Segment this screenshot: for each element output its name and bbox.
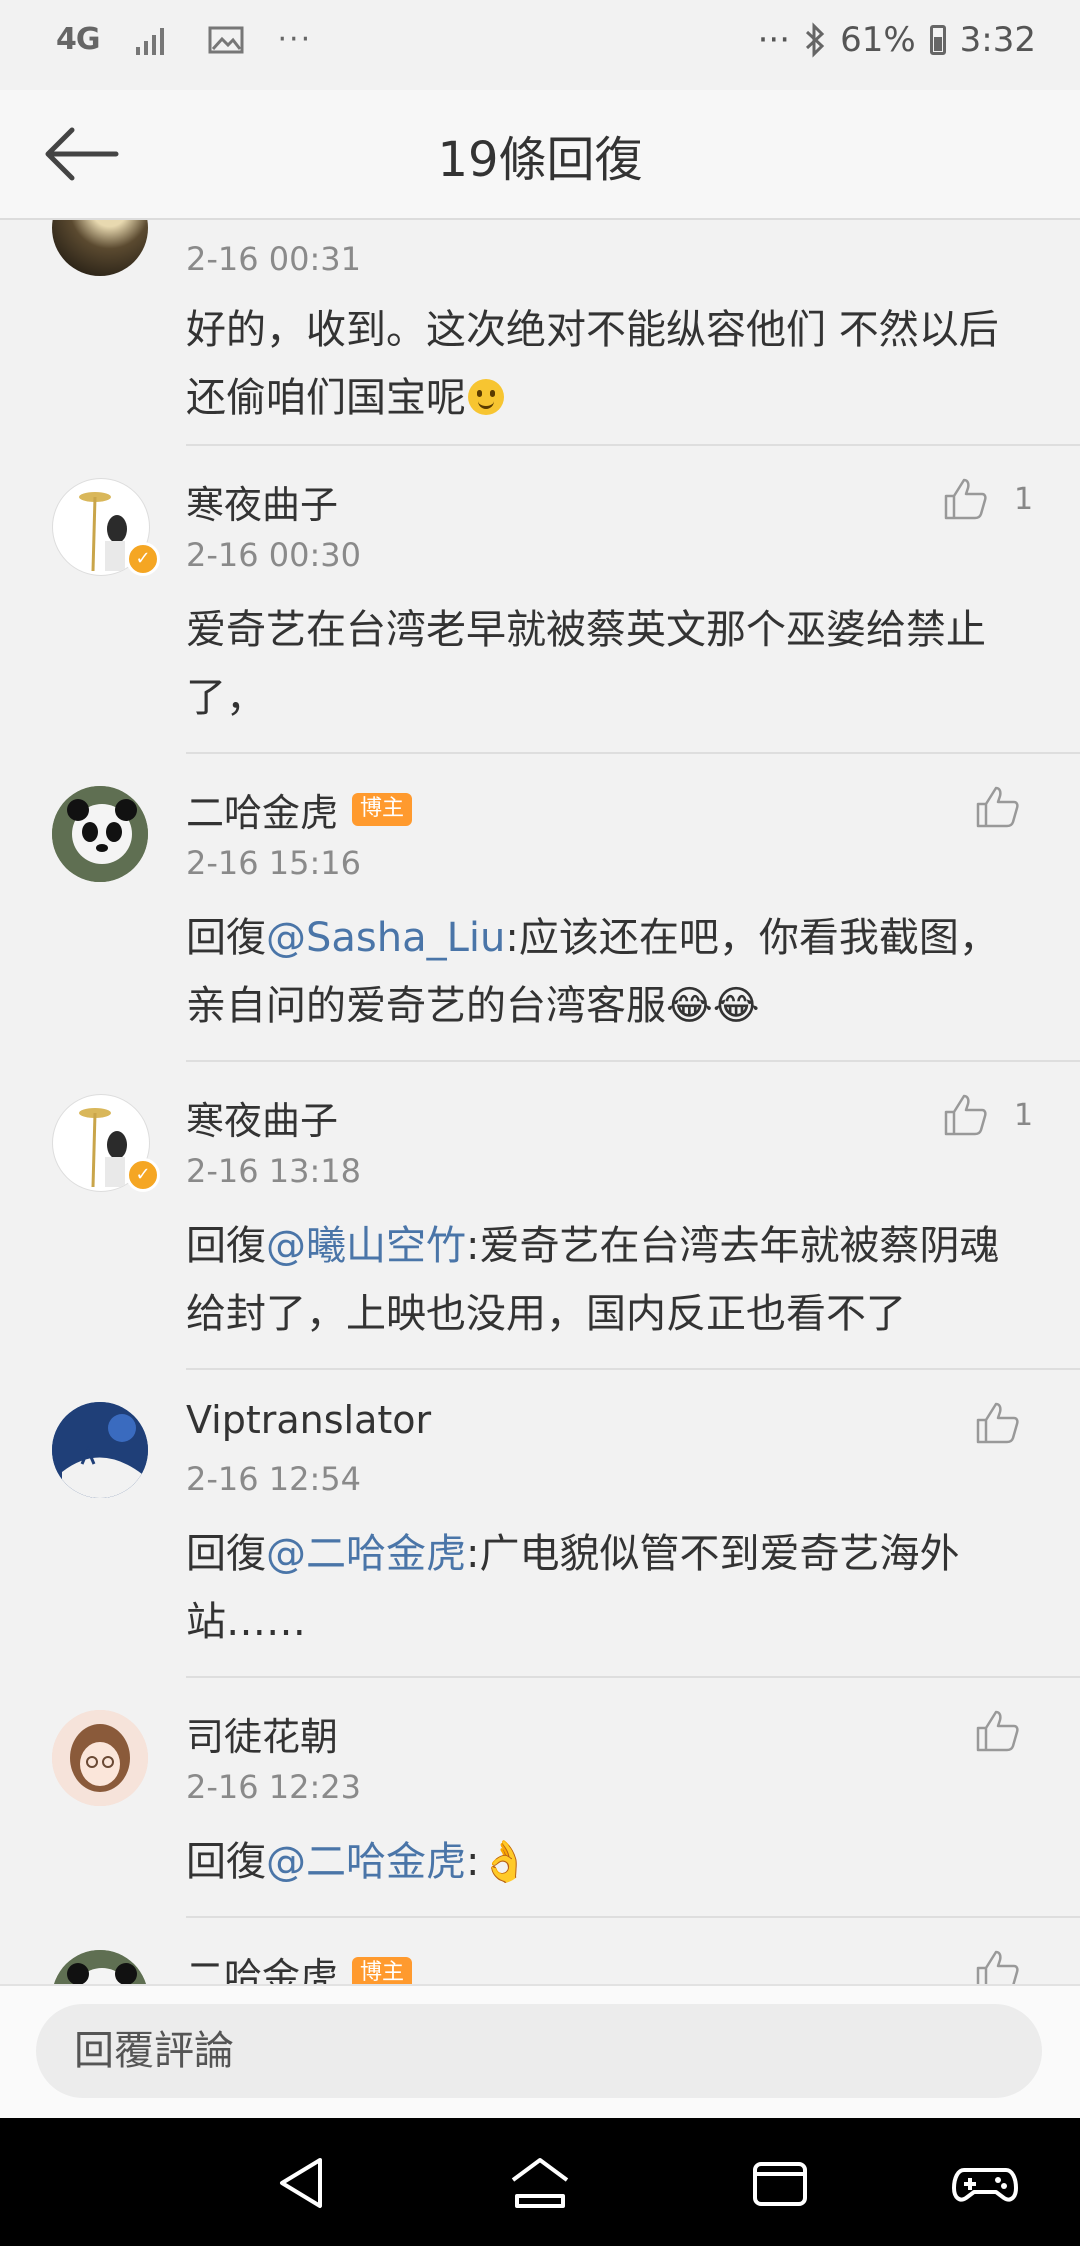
avatar[interactable] — [52, 1950, 148, 1984]
verified-badge-icon: ✓ — [126, 542, 160, 576]
comment-time: 2-16 00:31 — [186, 240, 362, 278]
comment-item: ✓ 寒夜曲子 2-16 13:18 回復@曦山空竹:爱奇艺在台湾去年就被蔡阴魂给… — [52, 1062, 1080, 1370]
avatar[interactable] — [52, 220, 148, 276]
back-nav-icon[interactable] — [268, 2148, 338, 2218]
thumbs-up-icon — [976, 786, 1019, 828]
verified-badge-icon: ✓ — [126, 1158, 160, 1192]
reply-bar: 回覆評論 — [0, 1984, 1080, 2120]
panda-avatar-illustration — [52, 1950, 148, 1984]
game-controller-icon[interactable] — [950, 2148, 1020, 2218]
reply-input[interactable]: 回覆評論 — [36, 2004, 1042, 2098]
more-notifications: ··· — [277, 22, 313, 57]
thumbs-up-icon — [976, 1950, 1019, 1984]
like-button[interactable]: 1 — [942, 476, 1033, 522]
commenter-name[interactable]: 寒夜曲子 — [186, 1090, 338, 1145]
comment-item: 司徒花朝 2-16 12:23 回復@二哈金虎:👌 — [52, 1678, 1080, 1918]
avatar[interactable] — [52, 786, 148, 882]
mention-link[interactable]: @Sasha_Liu — [266, 915, 505, 961]
comment-text: 回復@曦山空竹:爱奇艺在台湾去年就被蔡阴魂给封了，上映也没用，国内反正也看不了 — [186, 1223, 1000, 1337]
system-nav-bar — [0, 2118, 1080, 2246]
comment-item: 2-16 00:31 好的，收到。这次绝对不能纵容他们 不然以后还偷咱们国宝呢 — [52, 220, 1080, 446]
comment-text: 爱奇艺在台湾老早就被蔡英文那个巫婆给禁止了， — [186, 607, 986, 721]
comment-item: 二哈金虎 博主 2-16 15:16 回復@Sasha_Liu:应该还在吧，你看我… — [52, 754, 1080, 1062]
signal-icon — [135, 27, 164, 55]
recents-nav-icon[interactable] — [745, 2148, 815, 2218]
avatar[interactable] — [52, 1402, 148, 1498]
commenter-name[interactable]: 寒夜曲子 — [186, 474, 338, 529]
comment-time: 2-16 12:54 — [186, 1460, 362, 1498]
avatar[interactable] — [52, 1710, 148, 1806]
thumbs-up-icon — [944, 1094, 987, 1136]
blogger-badge: 博主 — [352, 793, 413, 826]
comment-list[interactable]: 2-16 00:31 好的，收到。这次绝对不能纵容他们 不然以后还偷咱们国宝呢 … — [0, 220, 1080, 1984]
clock: 3:32 — [959, 20, 1036, 60]
comment-time: 2-16 12:23 — [186, 1768, 362, 1806]
comment-text: 好的，收到。这次绝对不能纵容他们 不然以后还偷咱们国宝呢 — [186, 307, 999, 421]
status-bar: 4G ··· ··· 61% 3:32 — [0, 0, 1080, 90]
comment-item: ✓ 寒夜曲子 2-16 00:30 爱奇艺在台湾老早就被蔡英文那个巫婆给禁止了，… — [52, 446, 1080, 754]
mention-link[interactable]: @二哈金虎 — [266, 1531, 466, 1577]
comment-text: 回復@二哈金虎:广电貌似管不到爱奇艺海外站…… — [186, 1531, 960, 1645]
like-count: 1 — [1014, 481, 1034, 517]
battery-icon — [929, 25, 946, 55]
thumbs-up-icon — [944, 478, 987, 520]
avatar-illustration — [52, 1402, 148, 1498]
comment-item: Viptranslator 2-16 12:54 回復@二哈金虎:广电貌似管不到… — [52, 1370, 1080, 1678]
image-icon — [208, 26, 243, 53]
like-button[interactable] — [974, 1708, 1020, 1754]
header: 19條回復 — [0, 90, 1080, 220]
panda-avatar-illustration — [52, 786, 148, 882]
page-title: 19條回復 — [437, 132, 643, 188]
commenter-name[interactable]: Viptranslator — [186, 1398, 431, 1442]
like-button[interactable] — [974, 784, 1020, 830]
bluetooth-icon — [806, 22, 825, 58]
like-button[interactable] — [974, 1948, 1020, 1984]
like-button[interactable] — [974, 1400, 1020, 1446]
avatar-illustration — [52, 1710, 148, 1806]
mention-link[interactable]: @曦山空竹 — [266, 1223, 466, 1269]
like-count: 1 — [1014, 1097, 1034, 1133]
thumbs-up-icon — [976, 1710, 1019, 1752]
network-type: 4G — [56, 22, 100, 57]
comment-text: 回復@二哈金虎:👌 — [186, 1839, 530, 1885]
more-status: ··· — [757, 20, 791, 60]
commenter-name[interactable]: 司徒花朝 — [186, 1706, 338, 1761]
commenter-name[interactable]: 二哈金虎 博主 — [186, 1946, 413, 1984]
blogger-badge: 博主 — [352, 1957, 413, 1984]
like-button[interactable]: 1 — [942, 1092, 1033, 1138]
commenter-name[interactable]: 二哈金虎 博主 — [186, 782, 413, 837]
battery-percent: 61% — [840, 20, 916, 60]
smile-emoji-icon — [468, 379, 504, 415]
home-nav-icon[interactable] — [505, 2148, 575, 2218]
comment-time: 2-16 13:18 — [186, 1152, 362, 1190]
comment-time: 2-16 00:30 — [186, 536, 362, 574]
comment-time: 2-16 15:16 — [186, 844, 362, 882]
thumbs-up-icon — [976, 1402, 1019, 1444]
comment-item: 二哈金虎 博主 — [52, 1918, 1080, 1984]
comment-text: 回復@Sasha_Liu:应该还在吧，你看我截图，亲自问的爱奇艺的台湾客服😂😂 — [186, 915, 999, 1029]
mention-link[interactable]: @二哈金虎 — [266, 1839, 466, 1885]
